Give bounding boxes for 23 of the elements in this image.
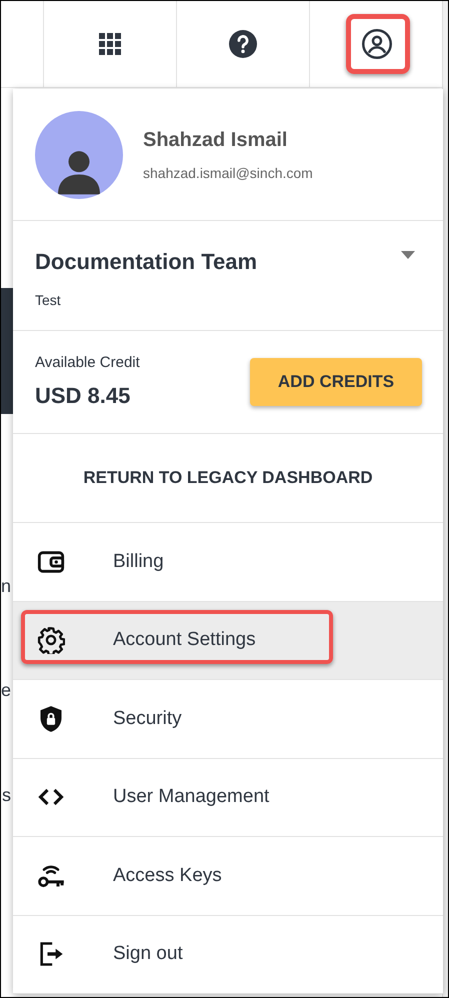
legacy-dashboard-link[interactable]: RETURN TO LEGACY DASHBOARD bbox=[83, 465, 373, 491]
menu-item[interactable]: Billing bbox=[13, 523, 443, 602]
grid-icon bbox=[99, 33, 121, 55]
menu-item[interactable]: Account Settings bbox=[13, 602, 443, 680]
team-dropdown[interactable] bbox=[401, 251, 415, 259]
background-text: s bbox=[2, 784, 11, 807]
background-text: n bbox=[1, 575, 11, 598]
menu-item[interactable]: Access Keys bbox=[13, 837, 443, 916]
user-name: Shahzad Ismail bbox=[143, 128, 288, 153]
help-icon bbox=[229, 30, 257, 58]
user-email: shahzad.ismail@sinch.com bbox=[143, 164, 313, 183]
menu-item[interactable]: Security bbox=[13, 680, 443, 758]
add-credits-button[interactable]: ADD CREDITS bbox=[250, 358, 422, 406]
team-name: Documentation Team bbox=[35, 248, 258, 276]
credit-label: Available Credit bbox=[35, 353, 140, 374]
team-subtitle: Test bbox=[35, 291, 62, 310]
menu-item[interactable]: User Management bbox=[13, 758, 443, 837]
profile-icon bbox=[362, 29, 392, 59]
background-text: e bbox=[1, 679, 11, 702]
credit-amount: USD 8.45 bbox=[35, 382, 132, 410]
caret-icon bbox=[401, 251, 415, 259]
settings-icon bbox=[37, 626, 65, 654]
menu-item[interactable]: Sign out bbox=[13, 916, 443, 994]
